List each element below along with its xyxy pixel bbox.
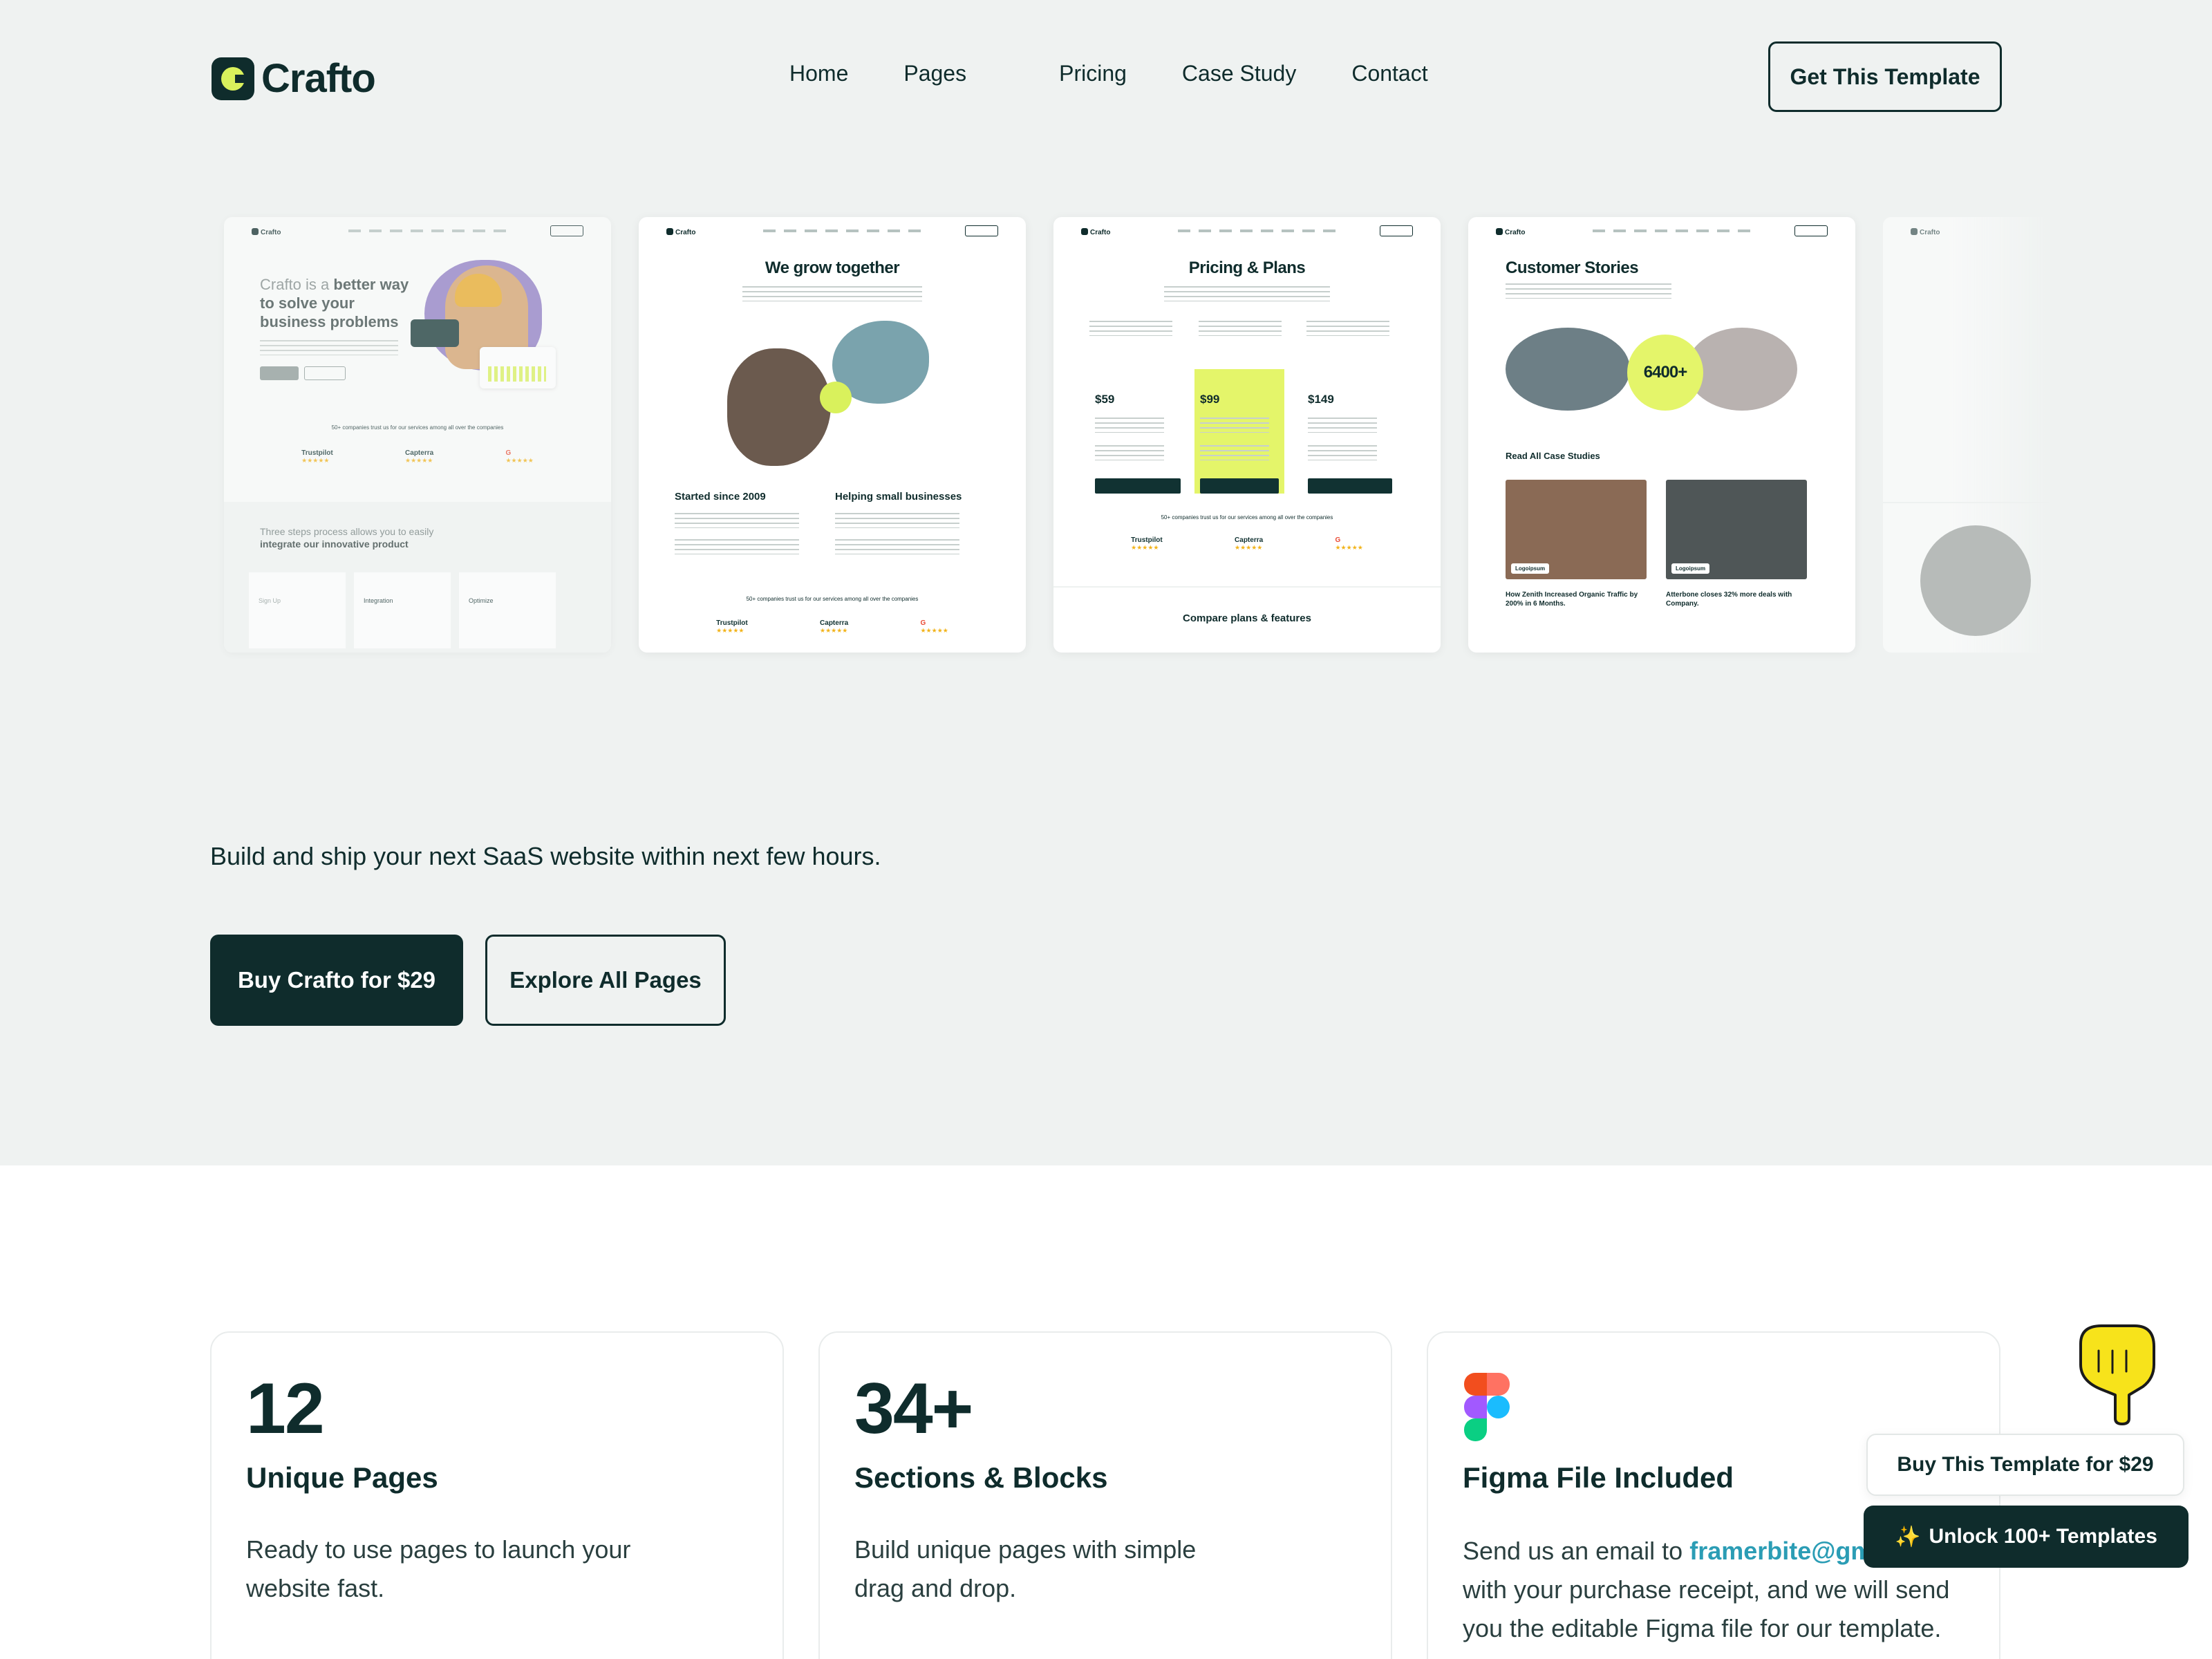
- plan-exclusive: $149: [1302, 369, 1392, 494]
- preview-button: [260, 366, 299, 380]
- case-study-image: Logoipsum: [1506, 480, 1647, 579]
- preview-card-faded: Crafto: [1883, 217, 2049, 653]
- section-heading: Helping small businesses: [835, 491, 962, 503]
- unlock-templates-button[interactable]: ✨ Unlock 100+ Templates: [1864, 1506, 2188, 1568]
- hero-tagline: Build and ship your next SaaS website wi…: [210, 842, 881, 870]
- case-study-caption: Atterbone closes 32% more deals with Com…: [1666, 591, 1792, 608]
- plan-basic: $59: [1089, 369, 1181, 494]
- feature-title: Figma File Included: [1463, 1461, 1734, 1494]
- logo[interactable]: Crafto: [212, 55, 376, 102]
- plan-pro: $99: [1194, 369, 1284, 494]
- explore-pages-button[interactable]: Explore All Pages: [485, 935, 726, 1026]
- rating-row: Trustpilot Capterra G: [224, 449, 611, 465]
- feature-title: Sections & Blocks: [854, 1461, 1108, 1494]
- feature-card-pages: 12 Unique Pages Ready to use pages to la…: [210, 1331, 784, 1659]
- rating-row: Trustpilot Capterra G: [1053, 536, 1441, 552]
- unlock-label: Unlock 100+ Templates: [1929, 1525, 2157, 1548]
- case-study-image: Logoipsum: [1666, 480, 1807, 579]
- feature-number: 12: [246, 1369, 325, 1449]
- preview-title: Pricing & Plans: [1188, 259, 1306, 277]
- customer-count-badge: 6400+: [1627, 335, 1703, 411]
- mini-nav: Crafto: [639, 217, 1026, 245]
- preview-title: We grow together: [765, 259, 900, 277]
- feature-card-sections: 34+ Sections & Blocks Build unique pages…: [818, 1331, 1392, 1659]
- preview-headline: Crafto is a better way to solve your bus…: [260, 276, 409, 330]
- nav-contact[interactable]: Contact: [1351, 61, 1427, 86]
- preview-button-outline: [304, 366, 346, 380]
- sales-chart-widget: [480, 347, 556, 388]
- pointing-hand-icon: [2079, 1324, 2155, 1425]
- preview-card-pricing[interactable]: Crafto Pricing & Plans $59 $99 $149 50+ …: [1053, 217, 1441, 653]
- mini-logo: Crafto: [1081, 228, 1110, 236]
- logo-text: Crafto: [261, 56, 376, 101]
- customer-photo: [1687, 328, 1797, 411]
- mini-logo: Crafto: [666, 228, 695, 236]
- feature-description: Build unique pages with simple drag and …: [854, 1535, 1197, 1602]
- logo-mark-icon: [212, 57, 254, 100]
- mini-nav: Crafto: [1053, 217, 1441, 245]
- compare-heading: Compare plans & features: [1183, 612, 1311, 624]
- faded-image: [1920, 525, 2031, 636]
- nav-pricing[interactable]: Pricing: [1059, 61, 1127, 86]
- floating-buy-button[interactable]: Buy This Template for $29: [1866, 1434, 2184, 1496]
- trusted-text: 50+ companies trust us for our services …: [746, 596, 919, 602]
- figma-icon: [1464, 1373, 1510, 1442]
- buy-button[interactable]: Buy Crafto for $29: [210, 935, 463, 1026]
- nav-home[interactable]: Home: [789, 61, 848, 86]
- team-photo-blob: [727, 348, 831, 466]
- case-study-caption: How Zenith Increased Organic Traffic by …: [1506, 591, 1638, 608]
- trusted-text: 50+ companies trust us for our services …: [331, 424, 504, 431]
- feature-number: 34+: [854, 1369, 973, 1449]
- mini-nav: Crafto: [1468, 217, 1855, 245]
- nav-case-study[interactable]: Case Study: [1182, 61, 1296, 86]
- stat-chip: [411, 319, 459, 347]
- sparkles-icon: ✨: [1895, 1525, 1921, 1548]
- hero-section: Crafto Home Pages Pricing Case Study Con…: [0, 0, 2212, 1165]
- get-template-button[interactable]: Get This Template: [1768, 41, 2002, 112]
- section-heading: Started since 2009: [675, 491, 766, 503]
- feature-description: Ready to use pages to launch your websit…: [246, 1535, 631, 1602]
- mini-logo: Crafto: [252, 228, 281, 236]
- read-all-link: Read All Case Studies: [1506, 451, 1600, 461]
- preview-card-about[interactable]: Crafto We grow together Started since 20…: [639, 217, 1026, 653]
- accent-dot: [820, 382, 852, 413]
- customer-photo: [1506, 328, 1630, 411]
- rating-row: Trustpilot Capterra G: [639, 619, 1026, 635]
- mini-logo: Crafto: [1911, 228, 1940, 236]
- nav-pages[interactable]: Pages: [903, 61, 966, 86]
- main-nav: Home Pages Pricing Case Study Contact: [789, 61, 1428, 86]
- mini-nav: Crafto: [224, 217, 611, 245]
- steps-heading: Three steps process allows you to easily…: [260, 526, 434, 550]
- feature-title: Unique Pages: [246, 1461, 438, 1494]
- preview-card-home[interactable]: Crafto Crafto is a better way to solve y…: [224, 217, 611, 653]
- preview-title: Customer Stories: [1506, 259, 1639, 277]
- mini-logo: Crafto: [1496, 228, 1525, 236]
- preview-card-customers[interactable]: Crafto Customer Stories 6400+ Read All C…: [1468, 217, 1855, 653]
- trusted-text: 50+ companies trust us for our services …: [1161, 514, 1333, 521]
- preview-gallery: Crafto Crafto is a better way to solve y…: [224, 217, 2049, 653]
